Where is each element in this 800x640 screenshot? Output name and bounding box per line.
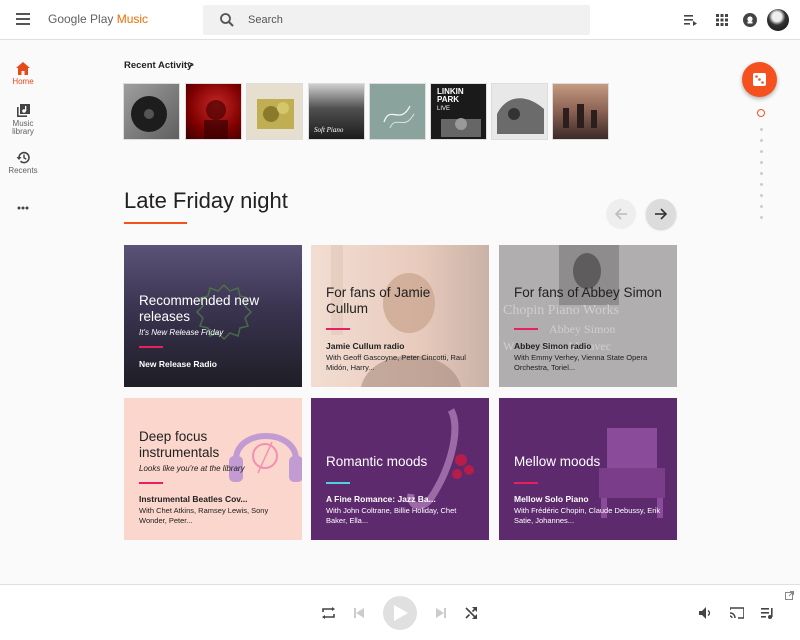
- station-card[interactable]: For fans of Jamie Cullum Jamie Cullum ra…: [311, 245, 489, 387]
- history-icon: [16, 151, 30, 164]
- notifications-icon[interactable]: [742, 12, 758, 28]
- play-button[interactable]: [383, 596, 417, 630]
- repeat-icon[interactable]: [322, 607, 335, 619]
- sidebar-item-music-library[interactable]: Music library: [0, 104, 46, 136]
- apps-grid-icon[interactable]: [714, 12, 730, 28]
- album-thumb[interactable]: Soft Piano: [308, 83, 365, 140]
- rail-dot[interactable]: [759, 172, 763, 175]
- arrow-right-icon: [655, 208, 668, 220]
- album-thumb[interactable]: [123, 83, 180, 140]
- station-card[interactable]: Recommended new releases It's New Releas…: [124, 245, 302, 387]
- search-box[interactable]: [203, 5, 590, 35]
- rail-dot[interactable]: [757, 109, 765, 117]
- rail-dot[interactable]: [759, 161, 763, 164]
- section-underline: [124, 222, 187, 224]
- search-icon[interactable]: [219, 12, 235, 28]
- sidebar-item-recents[interactable]: Recents: [0, 151, 46, 175]
- album-thumb[interactable]: [552, 83, 609, 140]
- music-library-icon: [16, 104, 30, 117]
- volume-icon[interactable]: [699, 607, 711, 619]
- rail-dot[interactable]: [759, 216, 763, 219]
- queue-music-icon[interactable]: [761, 607, 774, 619]
- skip-previous-icon[interactable]: [354, 608, 364, 618]
- popout-icon[interactable]: [785, 591, 794, 600]
- player-bar: [0, 584, 800, 640]
- rail-dot[interactable]: [759, 150, 763, 153]
- station-card[interactable]: Romantic moods A Fine Romance: Jazz Ba..…: [311, 398, 489, 540]
- vinyl-record-icon: [131, 96, 167, 132]
- queue-icon[interactable]: [682, 12, 698, 28]
- more-horiz-icon[interactable]: [17, 206, 29, 210]
- album-thumb[interactable]: [369, 83, 426, 140]
- shuffle-icon[interactable]: [465, 607, 477, 619]
- recent-activity-title[interactable]: Recent Activity: [124, 60, 192, 71]
- search-input[interactable]: [248, 11, 568, 29]
- rail-dot[interactable]: [759, 205, 763, 208]
- dice-icon: [753, 73, 766, 86]
- top-bar: Google Play Music: [0, 0, 800, 40]
- shuffle-feeling-lucky-button[interactable]: [742, 62, 777, 97]
- rail-dot[interactable]: [759, 194, 763, 197]
- sidebar: Home Music library Recents: [0, 40, 46, 584]
- sidebar-item-home[interactable]: Home: [0, 62, 46, 86]
- scroll-right-button[interactable]: [646, 199, 676, 229]
- home-icon: [16, 62, 30, 75]
- skip-next-icon[interactable]: [436, 608, 446, 618]
- album-thumb[interactable]: LINKIN PARK LIVE: [430, 83, 487, 140]
- album-thumb[interactable]: [246, 83, 303, 140]
- album-thumb[interactable]: [491, 83, 548, 140]
- app-logo[interactable]: Google Play Music: [48, 12, 148, 26]
- avatar[interactable]: [767, 9, 789, 31]
- station-card[interactable]: Deep focus instrumentals Looks like you'…: [124, 398, 302, 540]
- arrow-left-icon: [614, 208, 627, 220]
- rail-dot[interactable]: [759, 128, 763, 131]
- chevron-right-icon[interactable]: >: [188, 60, 194, 71]
- station-card[interactable]: Chopin Piano Works Abbey Simon W Ivan Mo…: [499, 245, 677, 387]
- play-icon: [394, 605, 408, 621]
- menu-icon[interactable]: [16, 13, 30, 25]
- album-thumb[interactable]: [185, 83, 242, 140]
- section-title: Late Friday night: [124, 188, 288, 213]
- rail-dot[interactable]: [759, 139, 763, 142]
- cast-icon[interactable]: [730, 607, 744, 619]
- rail-dot[interactable]: [759, 183, 763, 186]
- scroll-left-button[interactable]: [606, 199, 636, 229]
- station-card[interactable]: Mellow moods Mellow Solo Piano With Fréd…: [499, 398, 677, 540]
